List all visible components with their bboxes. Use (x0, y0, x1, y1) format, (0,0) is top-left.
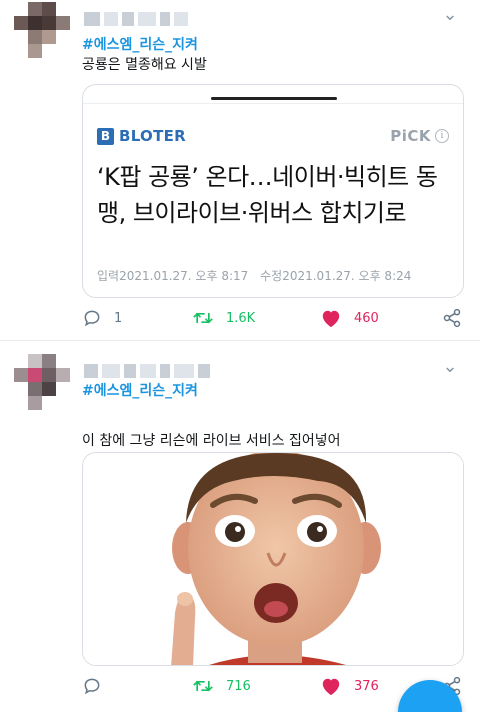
like-button[interactable]: 376 (320, 676, 379, 696)
article-headline[interactable]: ‘K팝 공룡’ 온다…네이버·빅히트 동맹, 브이라이브·위버스 합치기로 (97, 159, 457, 231)
reply-icon (84, 310, 100, 327)
published-label: 입력 (97, 269, 120, 283)
link-card[interactable]: B BLOTER PiCK i ‘K팝 공룡’ 온다…네이버·빅히트 동맹, 브… (82, 84, 464, 298)
media-image[interactable] (82, 452, 464, 666)
retweet-icon (193, 312, 213, 324)
tweet-text: 이 참에 그냥 리슨에 라이브 서비스 집어넣어 (82, 433, 341, 449)
modified-time: 2021.01.27. 오후 8:24 (282, 269, 412, 283)
like-count: 460 (354, 310, 379, 326)
share-icon (443, 308, 461, 328)
publisher-logo-mark: B (97, 127, 114, 145)
publisher-logo: B BLOTER (97, 127, 186, 145)
reply-button[interactable]: 1 (82, 308, 122, 328)
reply-button[interactable] (82, 676, 114, 696)
username-blurred (84, 12, 188, 26)
retweet-count: 1.6K (226, 310, 256, 326)
tweet-text: 공룡은 멸종해요 시발 (82, 57, 207, 73)
hashtag-link[interactable]: #에스엠_리슨_지켜 (82, 34, 198, 54)
reply-icon (84, 678, 100, 695)
published-time: 2021.01.27. 오후 8:17 (119, 269, 249, 283)
publisher-name: BLOTER (119, 127, 187, 145)
share-button[interactable] (442, 308, 462, 328)
card-separator (83, 103, 463, 104)
retweet-icon (193, 680, 213, 692)
article-meta: 입력2021.01.27. 오후 8:17 수정2021.01.27. 오후 8… (97, 267, 419, 284)
tweet-actions: 1 1.6K 460 (82, 308, 466, 332)
retweet-button[interactable]: 1.6K (192, 308, 255, 328)
surprised-boy-photo (83, 453, 463, 665)
tweet-2[interactable]: ⌄ #에스엠_리슨_지켜 이 참에 그냥 리슨에 라이브 서비스 집어넣어 71… (0, 340, 480, 712)
heart-icon (322, 310, 340, 328)
retweet-button[interactable]: 716 (192, 676, 251, 696)
like-count: 376 (354, 678, 379, 694)
retweet-count: 716 (226, 678, 251, 694)
hashtag-link[interactable]: #에스엠_리슨_지켜 (82, 380, 198, 400)
heart-icon (322, 678, 340, 696)
username-blurred (84, 364, 210, 378)
reply-count: 1 (114, 310, 123, 326)
chevron-down-icon[interactable]: ⌄ (440, 6, 460, 28)
like-button[interactable]: 460 (320, 308, 379, 328)
info-icon[interactable]: i (435, 129, 449, 143)
chevron-down-icon[interactable]: ⌄ (440, 358, 460, 380)
pick-label: PiCK (390, 127, 431, 145)
modified-label: 수정 (260, 269, 283, 283)
avatar[interactable] (14, 2, 70, 58)
tweet-1[interactable]: ⌄ #에스엠_리슨_지켜 공룡은 멸종해요 시발 B BLOTER PiCK i… (0, 0, 480, 340)
pick-badge[interactable]: PiCK i (390, 127, 449, 145)
card-top-bar (211, 97, 337, 100)
avatar[interactable] (14, 354, 70, 410)
